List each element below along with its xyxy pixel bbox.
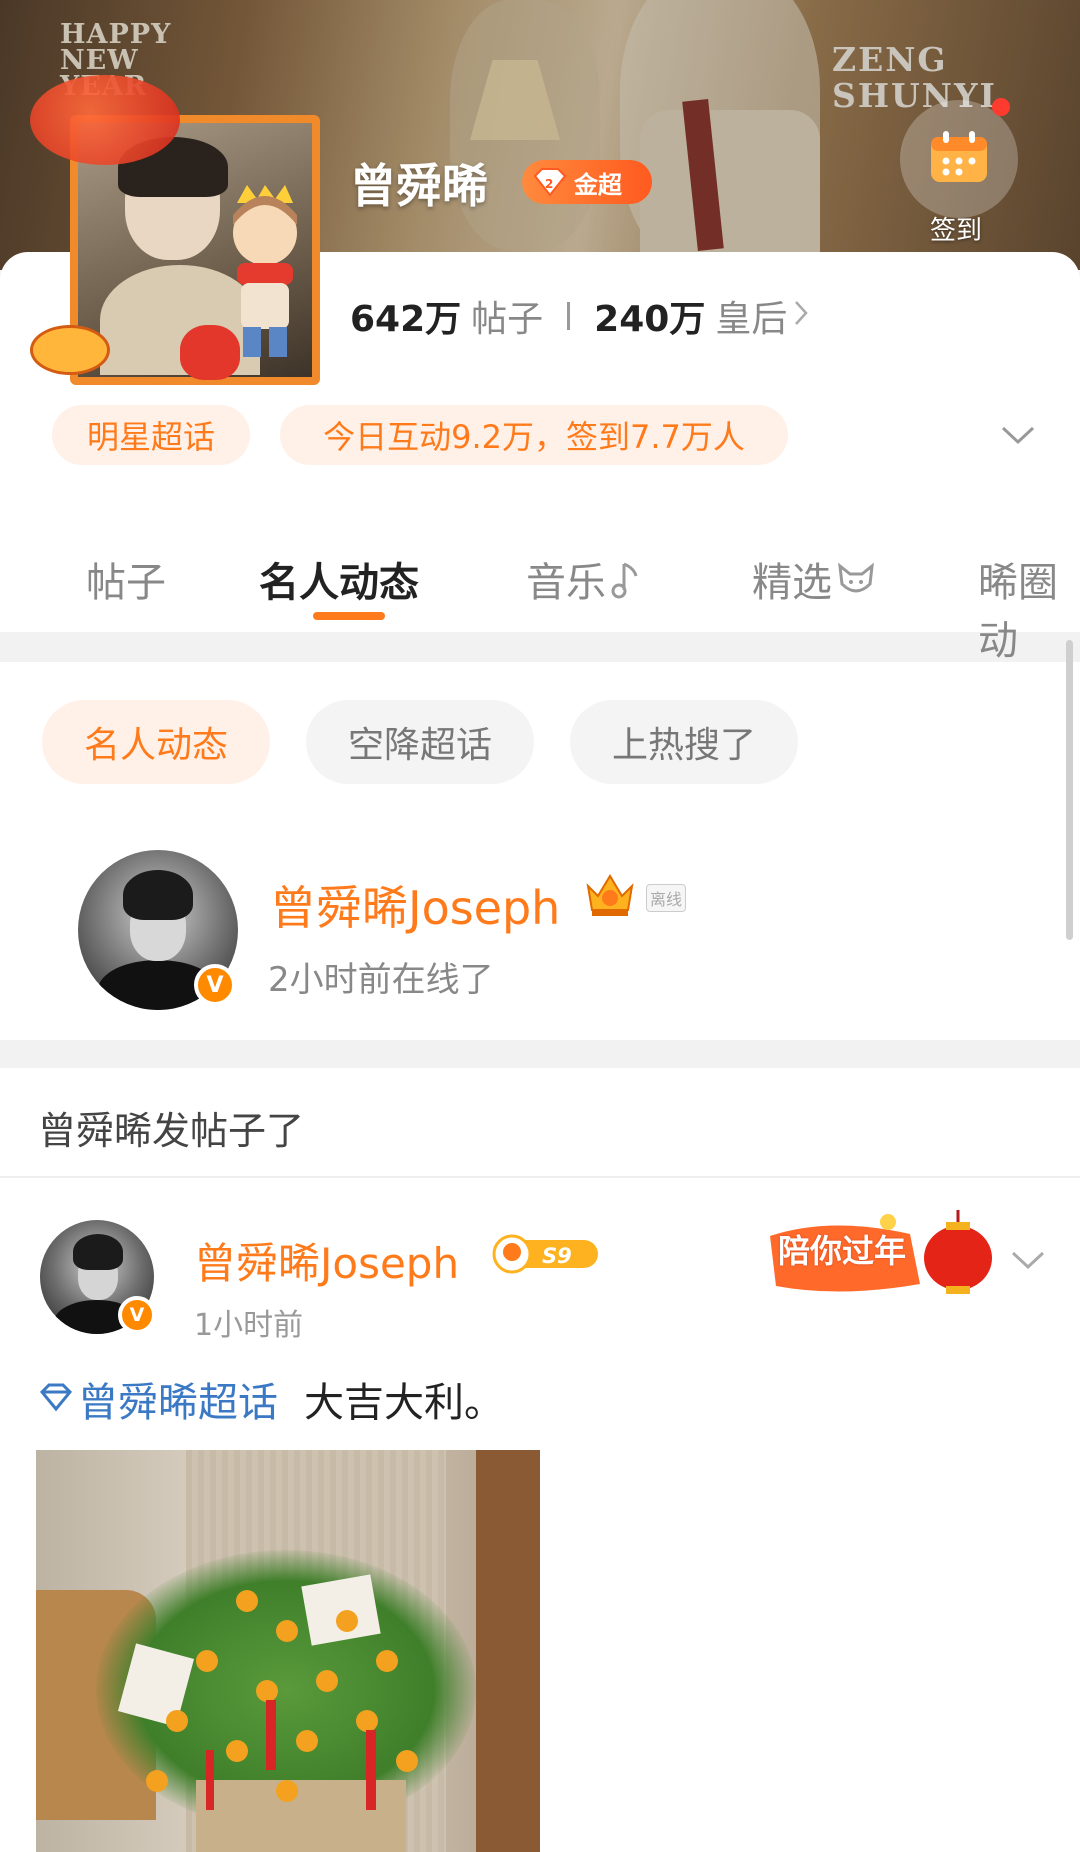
- avatar[interactable]: [30, 75, 330, 385]
- posts-count: 642万: [350, 299, 462, 340]
- calendar-icon: [928, 129, 990, 189]
- notification-dot: [992, 98, 1010, 116]
- chevron-right-icon: [793, 297, 809, 335]
- level-badge: S9: [490, 1234, 602, 1274]
- tab-circle[interactable]: 晞圈动: [978, 550, 1080, 666]
- tab-bar: 帖子 名人动态 音乐 精选 晞圈动: [0, 530, 1080, 664]
- post-timestamp: 1小时前: [194, 1308, 304, 1343]
- topic-stats[interactable]: 642万 帖子 240万 皇后: [350, 290, 809, 342]
- gold-ingot-icon: [30, 325, 110, 375]
- celebrity-name[interactable]: 曾舜晞Joseph: [270, 872, 560, 938]
- post-content: 曾舜晞超话 大吉大利。: [38, 1370, 504, 1428]
- gold-super-badge[interactable]: 2 金超: [522, 160, 652, 204]
- category-tag[interactable]: 明星超话: [52, 405, 250, 465]
- diamond-icon: 2: [530, 165, 570, 199]
- scrollbar[interactable]: [1066, 640, 1073, 940]
- checkin-button[interactable]: [900, 98, 1018, 218]
- members-label: 皇后: [715, 299, 788, 340]
- activity-tag[interactable]: 今日互动9.2万，签到7.7万人: [280, 405, 788, 465]
- online-status: 2小时前在线了: [268, 960, 494, 1000]
- active-tab-indicator: [313, 612, 385, 620]
- chevron-down-icon[interactable]: [1008, 1240, 1048, 1280]
- badge-label: 金超: [574, 170, 622, 199]
- celebrity-panel: 名人动态 空降超话 上热搜了 V 曾舜晞Joseph 离线 2小时前在线了: [0, 662, 1080, 1040]
- section-title: 曾舜晞发帖子了: [38, 1109, 305, 1153]
- chip-airdrop[interactable]: 空降超话: [306, 700, 534, 784]
- page-title: 曾舜晞: [350, 159, 488, 213]
- festive-label: 陪你过年: [778, 1232, 907, 1270]
- tab-celebrity-news[interactable]: 名人动态: [259, 550, 419, 608]
- verified-v-icon: V: [118, 1296, 156, 1334]
- feed-section: 曾舜晞发帖子了 V 曾舜晞Joseph S9 1小时前 陪你过年 曾舜晞超话 大…: [0, 1068, 1080, 1852]
- chip-trending[interactable]: 上热搜了: [570, 700, 798, 784]
- verified-v-icon: V: [194, 964, 236, 1006]
- tab-featured[interactable]: 精选: [752, 550, 876, 610]
- expand-chevron-icon[interactable]: [998, 415, 1038, 455]
- music-note-icon: [610, 560, 640, 610]
- offline-badge: 离线: [646, 884, 687, 912]
- crown-badge-icon: [582, 870, 638, 920]
- tab-posts[interactable]: 帖子: [86, 550, 166, 608]
- svg-text:2: 2: [545, 177, 553, 191]
- members-count: 240万: [594, 299, 706, 340]
- divider: [0, 1176, 1080, 1178]
- tab-music[interactable]: 音乐: [526, 550, 640, 610]
- chip-celebrity-news[interactable]: 名人动态: [42, 700, 270, 784]
- posts-label: 帖子: [471, 299, 544, 340]
- diamond-icon: [38, 1376, 78, 1422]
- fox-icon: [836, 560, 876, 610]
- lucky-bag-icon: [180, 325, 240, 380]
- post-text: 大吉大利。: [304, 1380, 504, 1426]
- dragon-decoration-icon: [30, 75, 180, 165]
- stats-divider: [567, 302, 571, 330]
- topic-link[interactable]: 曾舜晞超话: [38, 1370, 278, 1428]
- post-author-name[interactable]: 曾舜晞Joseph: [194, 1230, 459, 1291]
- checkin-label: 签到: [930, 216, 983, 246]
- post-image[interactable]: [36, 1450, 540, 1852]
- svg-text:S9: S9: [542, 1244, 572, 1268]
